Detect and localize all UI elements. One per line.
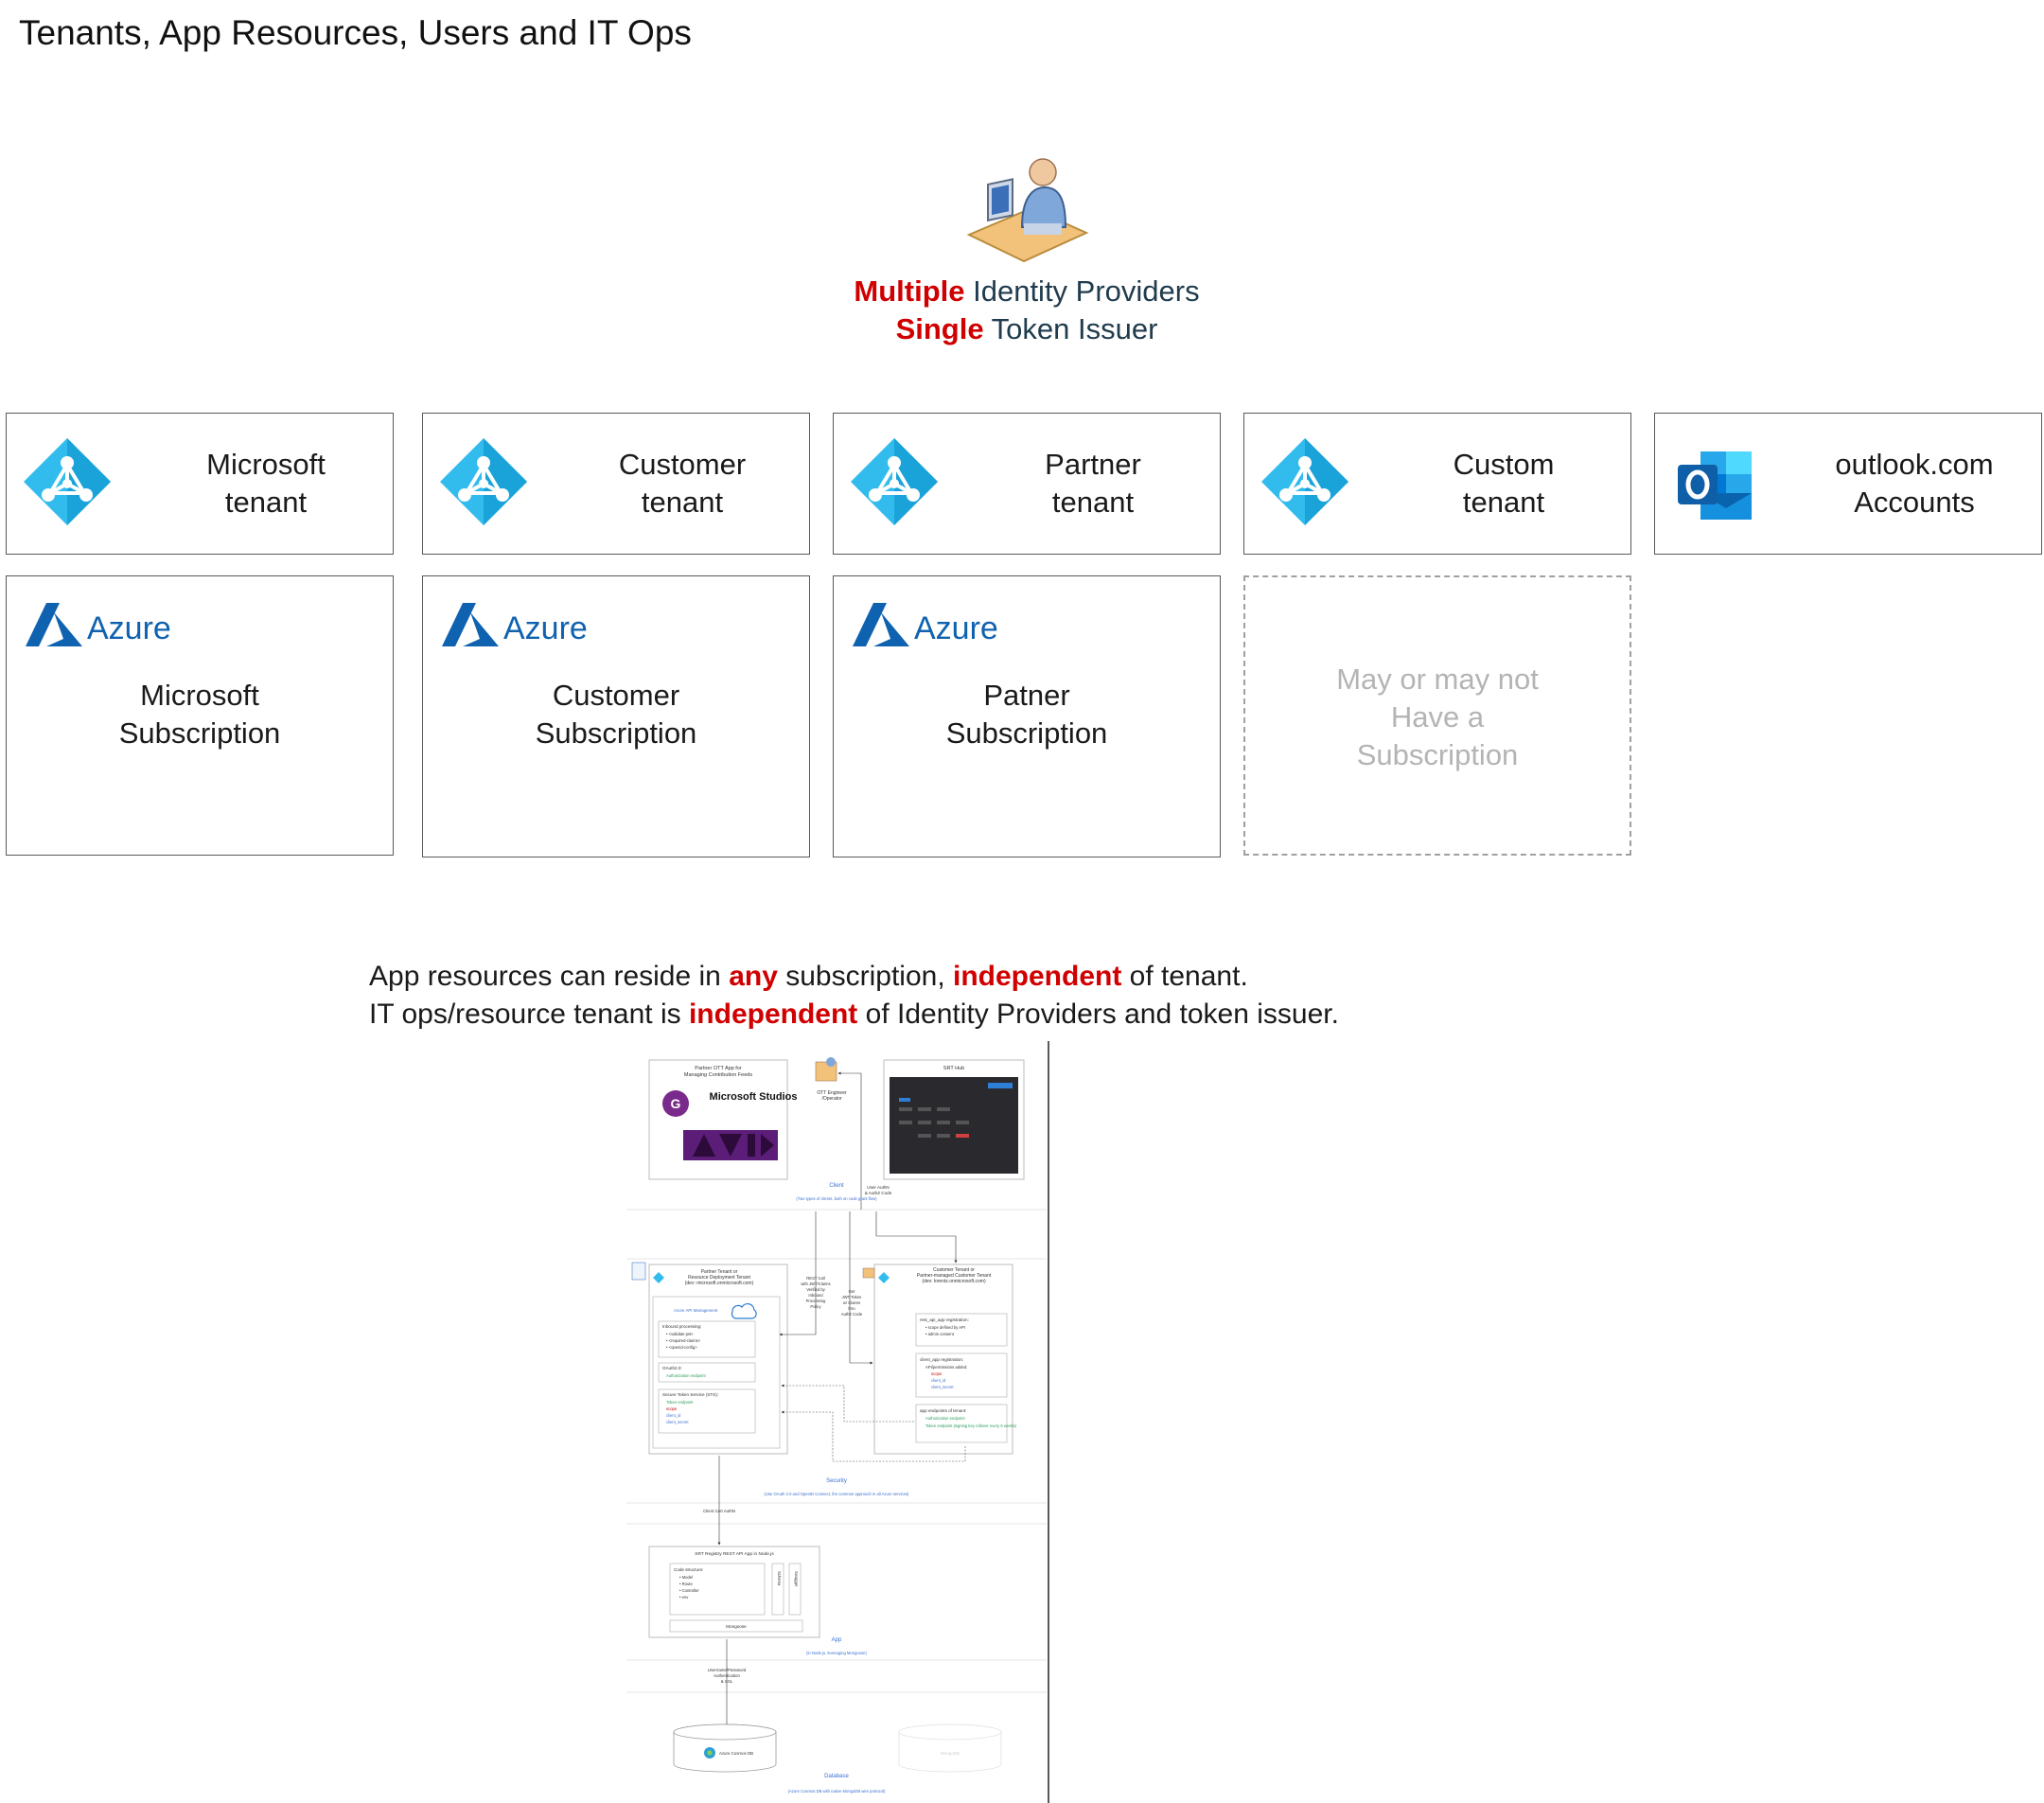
security-section-label: Security xyxy=(826,1478,847,1484)
client-reg-scope: scope xyxy=(931,1371,943,1376)
sts-title: Secure Token Service (STS): xyxy=(662,1392,718,1397)
tenant-label: outlook.com Accounts xyxy=(1835,448,1994,519)
client-section-label: Client xyxy=(829,1183,844,1189)
subscription-label: Customer Subscription xyxy=(535,679,697,750)
security-section-note: (Use OAuth 2.0 and OpenID Connect, the c… xyxy=(765,1492,910,1496)
client-reg-title: client_app registration: xyxy=(920,1357,963,1362)
swagger-label: Swagger xyxy=(794,1571,799,1587)
subscription-label: Microsoft Subscription xyxy=(118,679,281,750)
subscription-box-customer: Azure Customer Subscription xyxy=(422,575,810,857)
db-auth-label: Username/Password Authentication & SSL xyxy=(708,1668,747,1684)
client-reg-secret: client_secret xyxy=(931,1385,954,1389)
subscription-box-partner: Azure Patner Subscription xyxy=(833,575,1221,857)
schema-label: Schema xyxy=(777,1571,782,1586)
db-section-note: (Azure Cosmos DB with native MongoDB wir… xyxy=(788,1789,886,1794)
inbound-title: Inbound processing: xyxy=(662,1324,701,1329)
mongoose-label: Mongoose xyxy=(726,1624,747,1629)
subscription-box-optional: May or may not Have a Subscription xyxy=(1243,575,1631,856)
app-section-note: (in Node.js, leveraging Mongoose) xyxy=(806,1651,867,1655)
endpoints-title: app endpoints of tenant: xyxy=(920,1408,966,1413)
ott-engineer-label: OTT Engineer/Operator xyxy=(817,1090,847,1102)
architecture-diagram: Partner OTT App for Managing Contribution… xyxy=(626,1041,1049,1803)
endpoints-token: Token endpoint (signing key rollover eve… xyxy=(925,1423,1017,1428)
app-section-label: App xyxy=(832,1637,842,1643)
user-authn-label: User AuthN & AuthZ Code xyxy=(865,1185,892,1195)
svg-text:G: G xyxy=(671,1096,681,1111)
statement-line-2: IT ops/resource tenant is independent of… xyxy=(369,999,1339,1030)
sts-client-id: client_id xyxy=(666,1413,681,1418)
endpoints-auth: Authorization endpoint xyxy=(925,1416,966,1421)
oauth-title: OAuth2.0: xyxy=(662,1366,682,1370)
registry-title: SRT Registry REST API App in Node.js xyxy=(695,1551,774,1557)
tenant-label: Customer tenant xyxy=(618,448,747,519)
azure-logo-icon xyxy=(853,603,909,646)
identity-summary: Multiple Identity Providers Single Token… xyxy=(738,273,1315,348)
client-cert-label: Client Cert AuthN xyxy=(703,1509,735,1513)
idp-line-1: Multiple Identity Providers xyxy=(854,274,1200,308)
tenant-label: Partner tenant xyxy=(1045,448,1141,519)
statement-line-1: App resources can reside in any subscrip… xyxy=(369,961,1248,992)
azure-ad-icon xyxy=(851,438,938,525)
outlook-icon xyxy=(1678,451,1752,520)
rest-reg-title: rest_api_app registration: xyxy=(920,1317,969,1322)
page-title: Tenants, App Resources, Users and IT Ops xyxy=(19,13,692,52)
client-reg-id: client_id xyxy=(931,1378,946,1383)
subscription-box-microsoft: Azure Microsoft Subscription xyxy=(6,575,394,856)
azure-ad-icon xyxy=(440,438,527,525)
idp-line-2: Single Token Issuer xyxy=(895,312,1158,345)
db-section-label: Database xyxy=(824,1774,849,1779)
tenant-box-outlook: outlook.com Accounts xyxy=(1654,413,2042,555)
azure-logo-icon xyxy=(442,603,499,646)
resources-statement: App resources can reside in any subscrip… xyxy=(369,958,1339,1034)
subscription-label: Patner Subscription xyxy=(945,679,1108,750)
tenant-box-custom: Custom tenant xyxy=(1243,413,1631,555)
client-reg-perms: API/permissions added: xyxy=(925,1365,967,1370)
tenant-label: Microsoft tenant xyxy=(206,448,326,519)
tenant-label: Custom tenant xyxy=(1453,448,1555,519)
azure-ad-icon xyxy=(1261,438,1348,525)
cosmos-db-label: Azure Cosmos DB xyxy=(719,1751,753,1756)
get-jwt-label: Get JWT Token w/ Claims thru AuthZ Code xyxy=(841,1289,863,1317)
sts-client-secret: client_secret xyxy=(666,1420,689,1424)
sts-token: Token endpoint xyxy=(666,1400,694,1405)
subscription-label: May or may not Have a Subscription xyxy=(1336,663,1539,771)
mongodb-label: MongoDB xyxy=(941,1751,960,1756)
azure-logo-icon xyxy=(26,603,82,646)
tenant-box-customer: Customer tenant xyxy=(422,413,810,555)
oauth-items: Authorization endpoint xyxy=(666,1373,707,1378)
sts-scope: scope xyxy=(666,1406,678,1411)
ms-studios-logo: Microsoft Studios xyxy=(710,1091,798,1103)
operator-icon xyxy=(966,158,1089,263)
tenant-box-partner: Partner tenant xyxy=(833,413,1221,555)
srt-hub-title: SRT Hub xyxy=(943,1066,964,1071)
apim-label: Azure API Management xyxy=(674,1308,718,1313)
client-section-note: (Two types of clients, both on code gran… xyxy=(796,1196,877,1201)
code-structure-title: Code structure: xyxy=(674,1567,703,1572)
azure-ad-icon xyxy=(24,438,111,525)
tenant-box-microsoft: Microsoft tenant xyxy=(6,413,394,555)
azure-brand: Azure xyxy=(87,610,171,646)
azure-brand: Azure xyxy=(503,610,588,646)
azure-brand: Azure xyxy=(914,610,998,646)
